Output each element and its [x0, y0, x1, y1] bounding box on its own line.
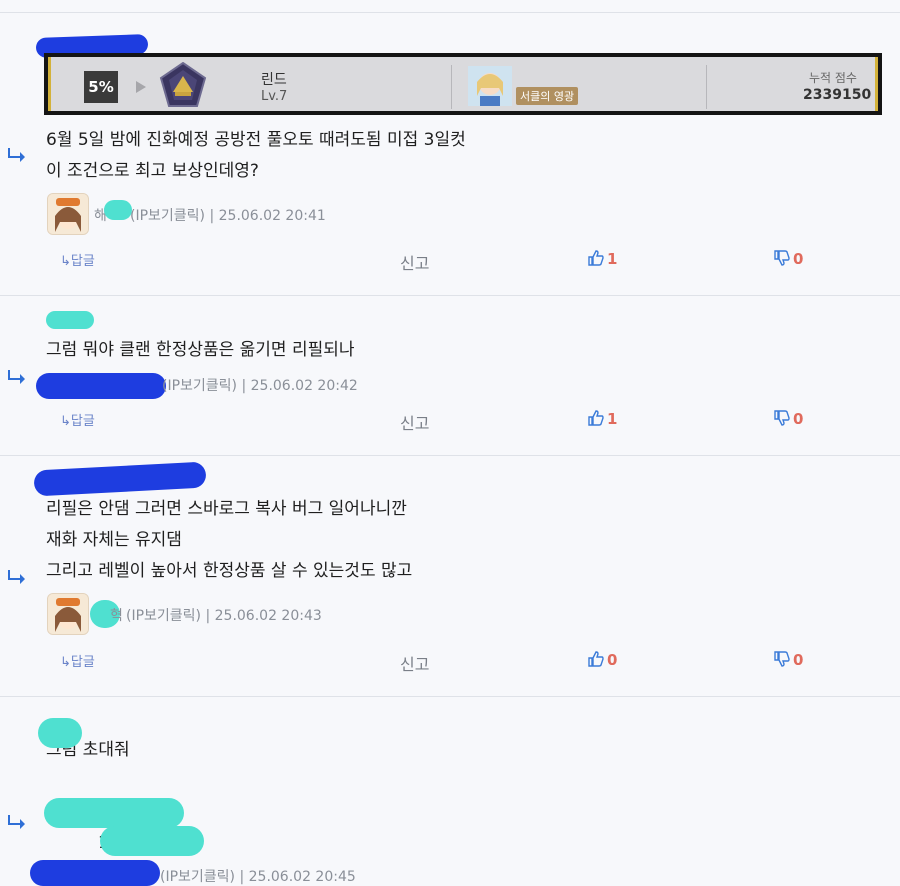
comment-actions: ↳답글 신고 0 0 [0, 651, 900, 675]
banner-separator [706, 65, 707, 109]
comment-meta[interactable]: (IP보기클릭) | 25.06.02 20:42 [162, 375, 358, 395]
avatar [47, 193, 89, 235]
comment-line: 이 조건으로 최고 보상인데영? [46, 161, 259, 181]
guild-level: Lv.7 [261, 89, 288, 104]
downvote-button[interactable]: 0 [774, 250, 803, 268]
guild-emblem-icon [159, 62, 207, 107]
comment-line: 재화 자체는 유지댐 [46, 530, 182, 550]
score-label: 누적 점수 [809, 71, 857, 85]
rank-percent: 5% [84, 71, 118, 103]
downvote-count: 0 [793, 651, 804, 669]
downvote-button[interactable]: 0 [774, 651, 803, 669]
thumbs-down-icon [774, 410, 790, 426]
score-value: 2339150 [803, 87, 872, 103]
downvote-button[interactable]: 0 [774, 410, 803, 428]
upvote-count: 1 [607, 410, 618, 428]
redacted-author [104, 200, 132, 220]
report-button[interactable]: 신고 [400, 651, 429, 675]
reply-button[interactable]: ↳답글 [60, 651, 95, 670]
reply-arrow-icon [8, 148, 25, 162]
avatar [47, 593, 89, 635]
redacted-text [44, 798, 184, 828]
report-button[interactable]: 신고 [400, 410, 429, 434]
reply-button[interactable]: ↳답글 [60, 250, 95, 269]
comment-line: 6월 5일 밤에 진화예정 공방전 풀오토 때려도됨 미접 3일컷 [46, 130, 466, 150]
upvote-count: 1 [607, 250, 618, 268]
comment-actions: ↳답글 신고 1 0 [0, 250, 900, 274]
comment-meta[interactable]: (IP보기클릭) | 25.06.02 20:43 [126, 605, 322, 625]
top-divider [0, 12, 900, 13]
character-portrait [468, 66, 512, 106]
comment-actions: ↳답글 신고 1 0 [0, 410, 900, 434]
thumbs-up-icon [588, 651, 604, 667]
guild-banner-inner: 5% 린드 Lv.7 누적 점수 2339150 [48, 57, 878, 111]
title-badge: 서클의 영광 [516, 87, 579, 105]
redacted-author [46, 311, 94, 329]
reply-arrow-icon [8, 815, 25, 829]
comment-meta[interactable]: (IP보기클릭) | 25.06.02 20:41 [130, 205, 326, 225]
banner-separator [451, 65, 452, 109]
guild-banner: 5% 린드 Lv.7 누적 점수 2339150 [44, 53, 882, 115]
reply-arrow-icon [8, 370, 25, 384]
downvote-count: 0 [793, 410, 804, 428]
redacted-author [36, 373, 166, 399]
upvote-button[interactable]: 1 [588, 250, 617, 268]
upvote-button[interactable]: 0 [588, 651, 617, 669]
upvote-count: 0 [607, 651, 618, 669]
comment-divider [0, 455, 900, 456]
redacted-text [100, 826, 204, 856]
comment-divider [0, 696, 900, 697]
comment-line: 리필은 안댐 그러면 스바로그 복사 버그 일어나니깐 [46, 499, 407, 519]
reply-button[interactable]: ↳답글 [60, 410, 95, 429]
author-name[interactable]: 혁 [110, 605, 123, 625]
guild-name: 린드 [261, 72, 287, 88]
redacted-author [33, 461, 207, 497]
thumbs-up-icon [588, 250, 604, 266]
play-arrow-icon [136, 81, 146, 93]
upvote-button[interactable]: 1 [588, 410, 617, 428]
downvote-count: 0 [793, 250, 804, 268]
redacted-author [38, 718, 82, 748]
thumbs-up-icon [588, 410, 604, 426]
comment-divider [0, 295, 900, 296]
report-button[interactable]: 신고 [400, 250, 429, 274]
thumbs-down-icon [774, 250, 790, 266]
comment-line: 그럼 뭐야 클랜 한정상품은 옮기면 리필되나 [46, 340, 355, 360]
comment-line: 그리고 레벨이 높아서 한정상품 살 수 있는것도 많고 [46, 561, 413, 581]
reply-arrow-icon [8, 570, 25, 584]
comment-meta[interactable]: (IP보기클릭) | 25.06.02 20:45 [160, 866, 356, 886]
thumbs-down-icon [774, 651, 790, 667]
redacted-author [30, 860, 160, 886]
